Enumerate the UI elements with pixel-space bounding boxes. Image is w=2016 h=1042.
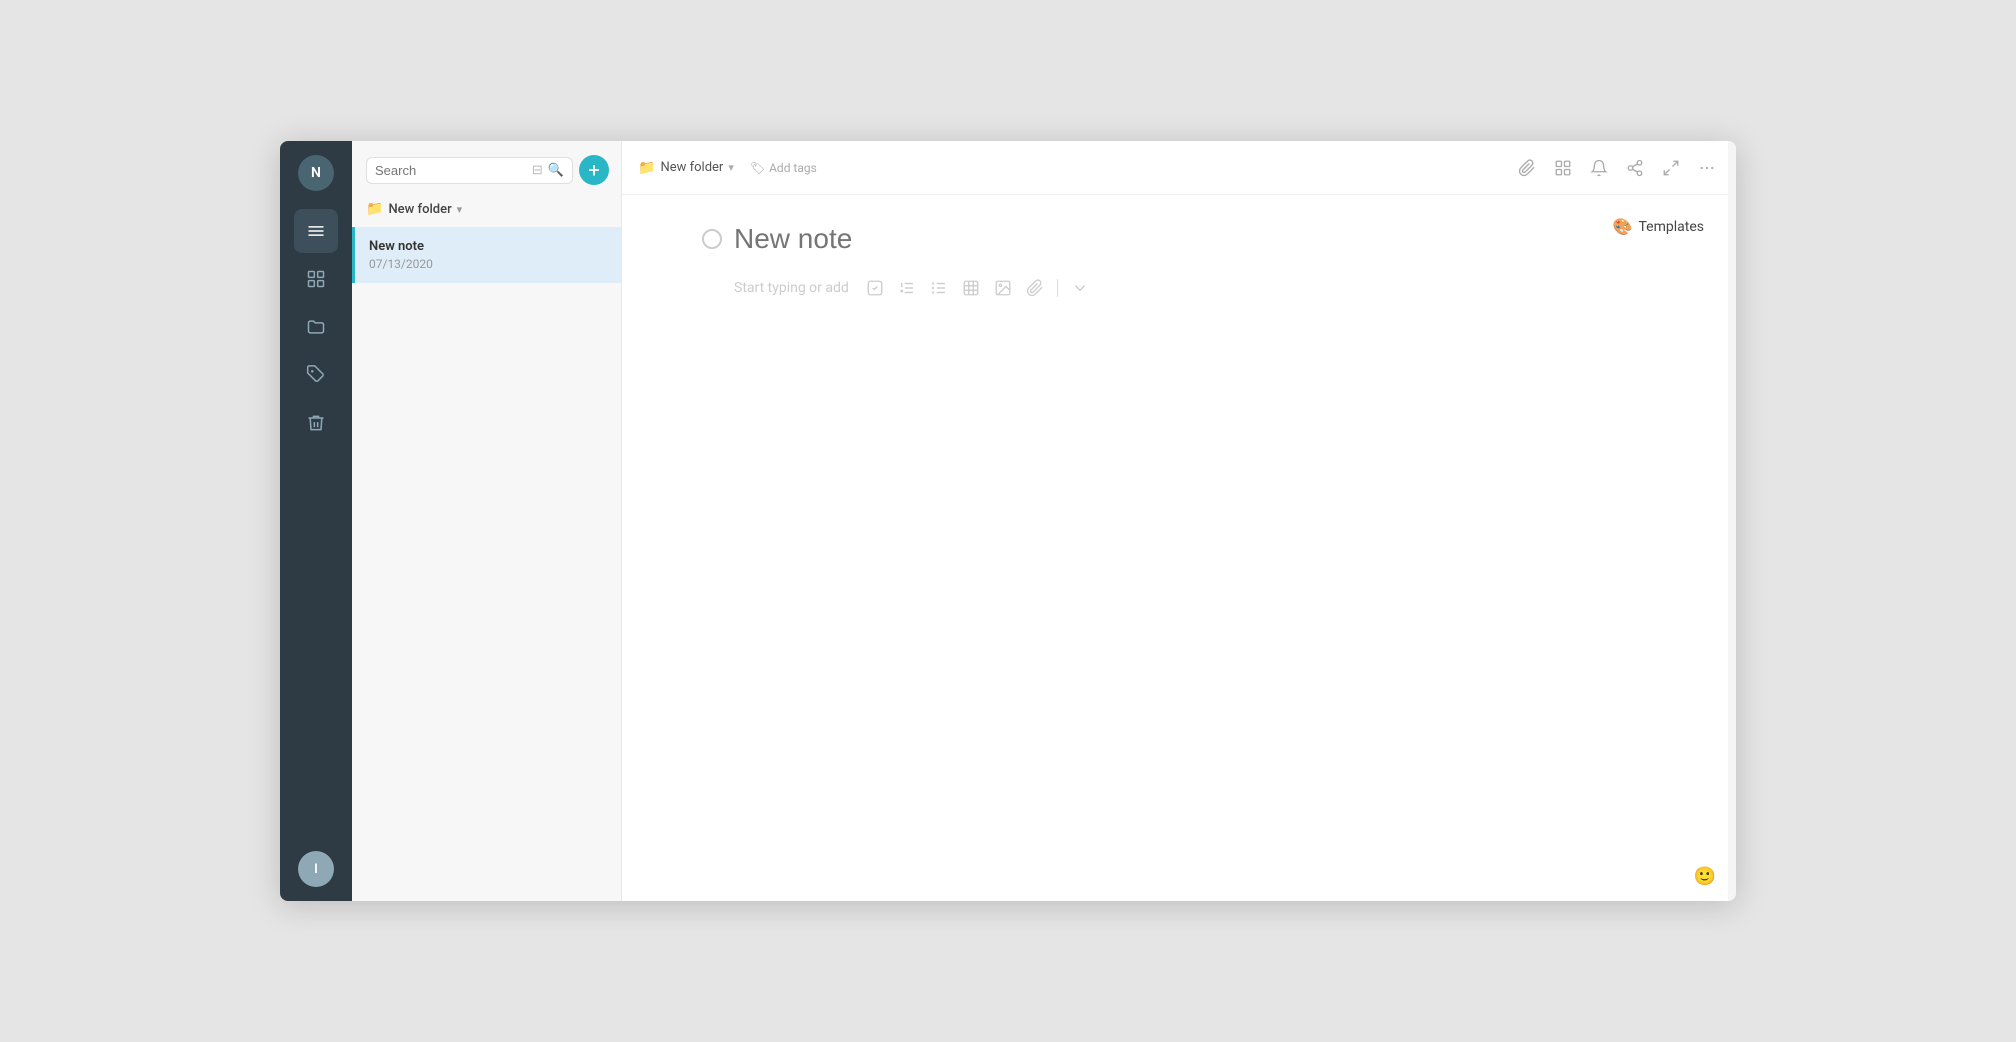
main-content: 📁 New folder ▾ 🏷 Add tags [622, 141, 1736, 901]
folder-row: 📁 New folder ▾ [352, 195, 621, 227]
emoji-button[interactable]: 🙂 [1694, 866, 1716, 887]
grid-view-icon[interactable] [1550, 155, 1576, 181]
folder-breadcrumb: 📁 New folder ▾ [638, 160, 734, 176]
bell-icon[interactable] [1586, 155, 1612, 181]
note-item[interactable]: New note 07/13/2020 [352, 227, 621, 283]
top-bar-left: 📁 New folder ▾ 🏷 Add tags [638, 158, 825, 178]
note-date: 07/13/2020 [369, 257, 607, 271]
editor-area: 🎨 Templates Start typing or add [622, 195, 1736, 901]
middle-panel: ⊟ 🔍 + 📁 New folder ▾ New note 07/13/2020 [352, 141, 622, 901]
templates-icon: 🎨 [1613, 217, 1633, 236]
sidebar-item-tags[interactable] [294, 353, 338, 397]
tag-icon: 🏷 [750, 161, 765, 175]
add-note-button[interactable]: + [579, 155, 609, 185]
top-avatar[interactable]: N [298, 155, 334, 191]
share-icon[interactable] [1622, 155, 1648, 181]
search-icon[interactable]: 🔍 [548, 163, 564, 178]
attach-tool[interactable] [1021, 275, 1049, 301]
search-bar: ⊟ 🔍 + [352, 141, 621, 195]
note-title-row [702, 223, 1656, 255]
table-tool[interactable] [957, 275, 985, 301]
expand-icon[interactable] [1658, 155, 1684, 181]
sidebar-item-folder[interactable] [294, 305, 338, 349]
bottom-avatar[interactable]: I [298, 851, 334, 887]
filter-icon[interactable]: ⊟ [532, 163, 543, 178]
editor-toolbar: Start typing or add [734, 275, 1656, 301]
breadcrumb-folder-name[interactable]: New folder [660, 160, 723, 175]
templates-button[interactable]: 🎨 Templates [1601, 211, 1716, 242]
scrollbar[interactable] [1728, 141, 1736, 901]
folder-label[interactable]: New folder [388, 202, 451, 217]
sidebar-dark: N I [280, 141, 352, 901]
breadcrumb-folder-icon: 📁 [638, 160, 655, 176]
more-icon[interactable] [1694, 155, 1720, 181]
top-bar-right [1514, 155, 1720, 181]
sidebar-item-menu[interactable] [294, 209, 338, 253]
ordered-list-tool[interactable] [893, 275, 921, 301]
folder-icon: 📁 [366, 201, 383, 217]
add-tags-button[interactable]: 🏷 Add tags [742, 158, 825, 178]
breadcrumb-chevron-icon[interactable]: ▾ [728, 161, 734, 174]
toolbar-divider [1057, 279, 1058, 297]
attach-icon[interactable] [1514, 155, 1540, 181]
top-bar: 📁 New folder ▾ 🏷 Add tags [622, 141, 1736, 195]
folder-chevron-icon[interactable]: ▾ [457, 203, 463, 216]
note-list: New note 07/13/2020 [352, 227, 621, 901]
checkbox-tool[interactable] [861, 275, 889, 301]
editor-placeholder: Start typing or add [734, 280, 849, 296]
image-tool[interactable] [989, 275, 1017, 301]
more-tool[interactable] [1066, 275, 1094, 301]
search-input[interactable] [375, 163, 527, 178]
sidebar-item-trash[interactable] [294, 401, 338, 445]
app-window: N I ⊟ 🔍 + 📁 New fol [280, 141, 1736, 901]
add-tags-label: Add tags [769, 161, 817, 175]
note-title: New note [369, 239, 607, 254]
templates-label: Templates [1639, 219, 1705, 235]
note-status-circle[interactable] [702, 229, 722, 249]
note-title-field[interactable] [734, 223, 1656, 255]
search-input-wrap[interactable]: ⊟ 🔍 [366, 157, 573, 184]
sidebar-item-apps[interactable] [294, 257, 338, 301]
bullet-list-tool[interactable] [925, 275, 953, 301]
